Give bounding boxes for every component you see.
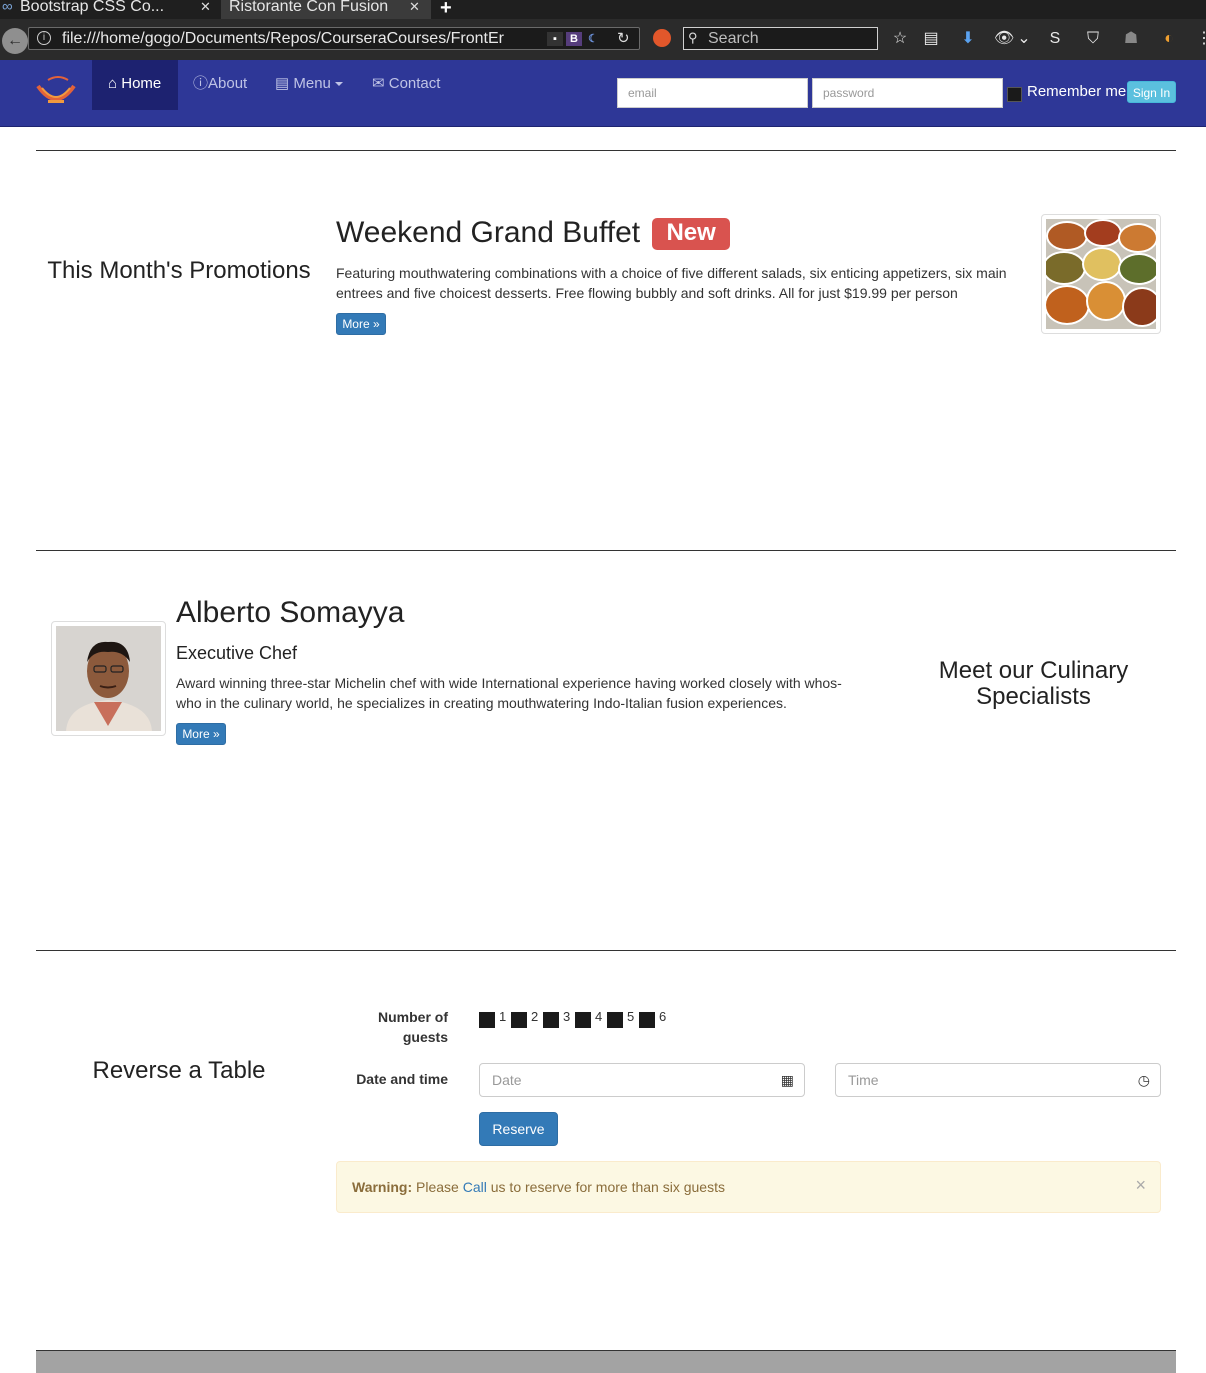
terminal-icon[interactable]: ▪ [547, 32, 563, 46]
warning-strong: Warning: [352, 1179, 413, 1195]
warning-alert: Warning: Please Call us to reserve for m… [336, 1161, 1161, 1213]
promotion-more-button[interactable]: More » [336, 313, 386, 335]
date-placeholder: Date [492, 1072, 522, 1088]
nav-home[interactable]: ⌂ Home [92, 60, 178, 110]
close-icon[interactable]: ✕ [200, 0, 211, 14]
nav-about[interactable]: ⓘAbout [193, 60, 247, 110]
promotion-description: Featuring mouthwatering combinations wit… [336, 265, 1007, 301]
specialists-section-title: Meet our Culinary Specialists [938, 657, 1129, 710]
url-text[interactable]: file:///home/gogo/Documents/Repos/Course… [62, 29, 522, 49]
calendar-icon[interactable]: ▦ [781, 1064, 794, 1096]
buffet-photo [1046, 219, 1156, 329]
list-icon: ▤ [275, 75, 290, 92]
email-input[interactable]: email [617, 78, 808, 108]
info-icon: ⓘ [193, 75, 209, 92]
reservation-section-title: Reverse a Table [92, 1057, 266, 1084]
download-icon[interactable]: ⬇ [958, 29, 978, 49]
time-input[interactable]: Time ◷ [835, 1063, 1161, 1097]
chef-more-button[interactable]: More » [176, 723, 226, 745]
chef-name: Alberto Somayya [176, 596, 405, 629]
chef-photo [56, 626, 161, 731]
browser-toolbar: ← i file:///home/gogo/Documents/Repos/Co… [0, 19, 1206, 60]
nav-menu-label: Menu [293, 75, 331, 92]
datetime-label: Date and time [356, 1071, 448, 1087]
browser-tab-bootstrap[interactable]: ∞ Bootstrap CSS Co... ✕ [0, 0, 220, 19]
new-badge: New [652, 218, 730, 251]
sign-in-button[interactable]: Sign In [1127, 81, 1176, 103]
clock-icon[interactable]: ◷ [1138, 1064, 1150, 1096]
extension-icon[interactable] [653, 29, 671, 47]
overflow-menu-icon[interactable]: ⋮ [1196, 29, 1206, 49]
guest-radio-6[interactable] [639, 1012, 655, 1028]
guest-option-label: 5 [627, 1009, 635, 1024]
footer [36, 1350, 1176, 1373]
url-bar[interactable]: i file:///home/gogo/Documents/Repos/Cour… [28, 27, 640, 50]
warning-pre: Please [416, 1179, 459, 1195]
new-tab-icon[interactable]: + [440, 0, 452, 20]
nav-contact[interactable]: ✉ Contact [372, 60, 440, 110]
ghost-icon[interactable]: ☗ [1121, 29, 1141, 49]
guest-radio-3[interactable] [543, 1012, 559, 1028]
divider [36, 550, 1176, 551]
reload-icon[interactable]: ↻ [617, 29, 630, 47]
guest-option-label: 2 [531, 1009, 539, 1024]
promotion-heading: Weekend Grand Buffet New [336, 216, 730, 251]
pocket-icon[interactable]: ⛉ [1083, 29, 1103, 49]
password-input[interactable]: password [812, 78, 1003, 108]
time-placeholder: Time [848, 1072, 879, 1088]
remember-me-label: Remember me [1027, 83, 1127, 100]
restaurant-logo[interactable] [34, 72, 78, 108]
nav-about-label: About [208, 75, 248, 92]
chef-image [51, 621, 166, 736]
infinity-icon: ∞ [2, 0, 13, 15]
site-navbar: ⌂ Home ⓘAbout ▤ Menu ✉ Contact email pas… [0, 60, 1206, 127]
guest-radio-2[interactable] [511, 1012, 527, 1028]
remember-me-checkbox[interactable] [1007, 87, 1022, 102]
tab-title: Ristorante Con Fusion [229, 0, 389, 15]
divider [36, 950, 1176, 951]
nav-home-label: Home [121, 75, 162, 92]
clipboard-icon[interactable]: ▤ [921, 29, 941, 49]
chef-role: Executive Chef [176, 643, 298, 663]
promotions-section-title: This Month's Promotions [47, 257, 311, 284]
call-link[interactable]: Call [463, 1179, 487, 1195]
bootstrap-icon[interactable]: B [566, 32, 582, 46]
firefox-account-icon[interactable]: ◐ [1159, 29, 1179, 49]
back-arrow-icon[interactable]: ← [2, 28, 28, 54]
date-input[interactable]: Date ▦ [479, 1063, 805, 1097]
sync-icon[interactable]: S [1045, 29, 1065, 49]
buffet-image [1041, 214, 1161, 334]
close-icon[interactable]: ✕ [409, 0, 420, 14]
guest-option-label: 4 [595, 1009, 603, 1024]
divider [36, 150, 1176, 151]
nav-contact-label: Contact [388, 75, 441, 92]
search-icon: ⚲ [688, 30, 698, 45]
guests-label: Number of guests [378, 1009, 448, 1045]
browser-tab-bar: ∞ Bootstrap CSS Co... ✕ Ristorante Con F… [0, 0, 1206, 19]
guest-radio-4[interactable] [575, 1012, 591, 1028]
envelope-icon: ✉ [372, 75, 385, 92]
moon-icon[interactable]: ☾ [585, 32, 601, 46]
warning-post: us to reserve for more than six guests [490, 1179, 725, 1195]
chevron-down-icon[interactable]: ⌄ [1014, 29, 1034, 49]
reserve-button[interactable]: Reserve [479, 1112, 558, 1146]
search-placeholder: Search [708, 30, 759, 47]
chef-description: Award winning three-star Michelin chef w… [176, 675, 842, 711]
caret-down-icon [334, 82, 343, 87]
search-bar[interactable]: ⚲ Search [683, 27, 878, 50]
eye-icon[interactable]: 👁 [994, 29, 1014, 49]
tab-title: Bootstrap CSS Co... [20, 0, 165, 15]
close-icon[interactable]: × [1135, 1176, 1146, 1194]
info-icon[interactable]: i [37, 31, 51, 45]
guest-radio-1[interactable] [479, 1012, 495, 1028]
guest-option-label: 3 [563, 1009, 571, 1024]
star-icon[interactable]: ☆ [890, 29, 910, 49]
promotion-title: Weekend Grand Buffet [336, 216, 641, 249]
guest-option-label: 6 [659, 1009, 667, 1024]
browser-tab-ristorante[interactable]: Ristorante Con Fusion ✕ [221, 0, 431, 19]
home-icon: ⌂ [108, 75, 118, 92]
guest-radio-5[interactable] [607, 1012, 623, 1028]
guest-option-label: 1 [499, 1009, 507, 1024]
nav-menu-dropdown[interactable]: ▤ Menu [275, 60, 343, 110]
